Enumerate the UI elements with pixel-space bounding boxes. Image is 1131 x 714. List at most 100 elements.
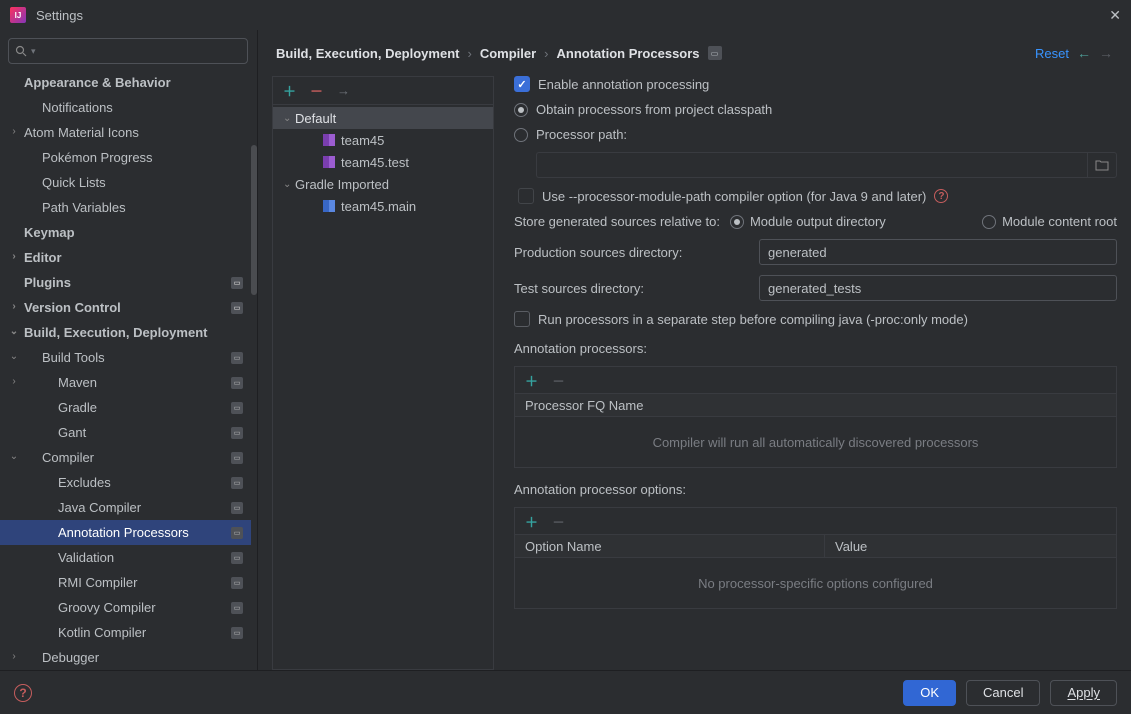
ap-remove-button: －: [552, 371, 565, 390]
sidebar-item[interactable]: Plugins▭: [0, 270, 251, 295]
project-scope-icon: ▭: [231, 377, 243, 389]
sidebar-item[interactable]: Pokémon Progress: [0, 145, 251, 170]
sidebar-item[interactable]: Quick Lists: [0, 170, 251, 195]
forward-icon: →: [1099, 45, 1113, 61]
sidebar-item-label: Kotlin Compiler: [58, 625, 146, 640]
sidebar-item[interactable]: ›Version Control▭: [0, 295, 251, 320]
profile-item-label: Gradle Imported: [295, 177, 389, 192]
move-profile-button[interactable]: →: [337, 83, 350, 98]
sidebar-item-label: Debugger: [42, 650, 99, 665]
search-chevron-icon: ▾: [31, 46, 36, 57]
breadcrumb: Build, Execution, Deployment › Compiler …: [258, 30, 1131, 76]
sidebar-item[interactable]: Keymap: [0, 220, 251, 245]
sidebar-item[interactable]: Kotlin Compiler▭: [0, 620, 251, 645]
obtain-classpath-radio[interactable]: [514, 103, 528, 117]
sidebar-item-label: Annotation Processors: [58, 525, 189, 540]
sidebar-item[interactable]: Gradle ▭: [0, 395, 251, 420]
cancel-button[interactable]: Cancel: [966, 680, 1040, 706]
chevron-icon: ⌄: [8, 351, 20, 362]
crumb-current: Annotation Processors: [557, 46, 700, 61]
project-scope-icon: ▭: [231, 552, 243, 564]
sidebar-item-label: Gradle: [58, 400, 97, 415]
project-scope-icon: ▭: [231, 302, 243, 314]
scrollbar-thumb[interactable]: [251, 145, 257, 295]
module-icon: [323, 200, 335, 212]
help-button[interactable]: ?: [14, 684, 32, 702]
opt-add-button[interactable]: ＋: [525, 512, 538, 531]
chevron-icon: ⌄: [8, 451, 20, 462]
separate-step-label: Run processors in a separate step before…: [538, 312, 968, 327]
sidebar-item[interactable]: Appearance & Behavior: [0, 70, 251, 95]
ap-empty-text: Compiler will run all automatically disc…: [515, 417, 1116, 467]
profile-item[interactable]: team45.test: [273, 151, 493, 173]
ap-add-button[interactable]: ＋: [525, 371, 538, 390]
reset-link[interactable]: Reset: [1035, 46, 1069, 61]
opt-table: ＋ － Option Name Value No processor-speci…: [514, 507, 1117, 609]
crumb-2[interactable]: Compiler: [480, 46, 536, 61]
sidebar-item[interactable]: Excludes▭: [0, 470, 251, 495]
remove-profile-button[interactable]: －: [310, 81, 323, 100]
ap-table: ＋ － Processor FQ Name Compiler will run …: [514, 366, 1117, 468]
sidebar-item-label: Path Variables: [42, 200, 126, 215]
crumb-sep-icon: ›: [467, 46, 471, 61]
sidebar-item[interactable]: ⌄ Build Tools ▭: [0, 345, 251, 370]
profile-item-label: team45.main: [341, 199, 416, 214]
sidebar-item[interactable]: Java Compiler▭: [0, 495, 251, 520]
test-dir-input[interactable]: [759, 275, 1117, 301]
settings-tree[interactable]: Appearance & Behavior Notifications›Atom …: [0, 70, 257, 670]
test-dir-label: Test sources directory:: [514, 281, 739, 296]
sidebar-item[interactable]: Gant▭: [0, 420, 251, 445]
close-icon[interactable]: ✕: [1109, 7, 1121, 24]
store-content-radio[interactable]: [982, 215, 996, 229]
module-path-label: Use --processor-module-path compiler opt…: [542, 189, 926, 204]
project-scope-icon: ▭: [231, 452, 243, 464]
sidebar-item[interactable]: Annotation Processors ▭: [0, 520, 251, 545]
opt-col1: Option Name: [525, 535, 825, 557]
sidebar-item[interactable]: ›Debugger: [0, 645, 251, 670]
enable-checkbox[interactable]: [514, 76, 530, 92]
store-output-radio[interactable]: [730, 215, 744, 229]
project-scope-icon: ▭: [231, 402, 243, 414]
help-icon[interactable]: ?: [934, 189, 948, 203]
sidebar-item[interactable]: RMI Compiler▭: [0, 570, 251, 595]
profile-item[interactable]: team45.main: [273, 195, 493, 217]
ap-section-label: Annotation processors:: [514, 341, 1117, 356]
project-scope-icon: ▭: [231, 352, 243, 364]
processor-path-input[interactable]: [536, 152, 1087, 178]
annotation-form: Enable annotation processing Obtain proc…: [514, 76, 1117, 670]
ok-button[interactable]: OK: [903, 680, 956, 706]
store-label: Store generated sources relative to:: [514, 214, 720, 229]
apply-button[interactable]: Apply: [1050, 680, 1117, 706]
project-scope-icon: ▭: [231, 527, 243, 539]
project-scope-icon: ▭: [231, 577, 243, 589]
sidebar-item[interactable]: ⌄Compiler▭: [0, 445, 251, 470]
profile-item[interactable]: ⌄Default: [273, 107, 493, 129]
sidebar-item[interactable]: ›Editor: [0, 245, 251, 270]
sidebar-item[interactable]: ⌄ Build, Execution, Deployment: [0, 320, 251, 345]
sidebar-item-label: Excludes: [58, 475, 111, 490]
sidebar-item-label: Appearance & Behavior: [24, 75, 171, 90]
sidebar-item[interactable]: ›Maven▭: [0, 370, 251, 395]
sidebar-item-label: Quick Lists: [42, 175, 106, 190]
sidebar-item[interactable]: Groovy Compiler▭: [0, 595, 251, 620]
crumb-1[interactable]: Build, Execution, Deployment: [276, 46, 459, 61]
sidebar-item[interactable]: Validation▭: [0, 545, 251, 570]
search-input[interactable]: ▾: [8, 38, 248, 64]
profile-item[interactable]: ⌄Gradle Imported: [273, 173, 493, 195]
processor-path-radio[interactable]: [514, 128, 528, 142]
sidebar-item[interactable]: ›Atom Material Icons: [0, 120, 251, 145]
browse-path-button[interactable]: [1087, 152, 1117, 178]
sidebar-item[interactable]: Path Variables: [0, 195, 251, 220]
sidebar-item-label: Build, Execution, Deployment: [24, 325, 207, 340]
sidebar-item[interactable]: Notifications: [0, 95, 251, 120]
profile-tree[interactable]: ⌄Defaultteam45team45.test⌄Gradle Importe…: [273, 105, 493, 669]
prod-dir-input[interactable]: [759, 239, 1117, 265]
back-icon[interactable]: ←: [1077, 45, 1091, 61]
separate-step-checkbox[interactable]: [514, 311, 530, 327]
search-icon: [15, 45, 27, 57]
sidebar-item-label: Build Tools: [42, 350, 105, 365]
profile-item-label: Default: [295, 111, 336, 126]
add-profile-button[interactable]: ＋: [283, 81, 296, 100]
profile-item[interactable]: team45: [273, 129, 493, 151]
chevron-icon: ⌄: [8, 326, 20, 337]
